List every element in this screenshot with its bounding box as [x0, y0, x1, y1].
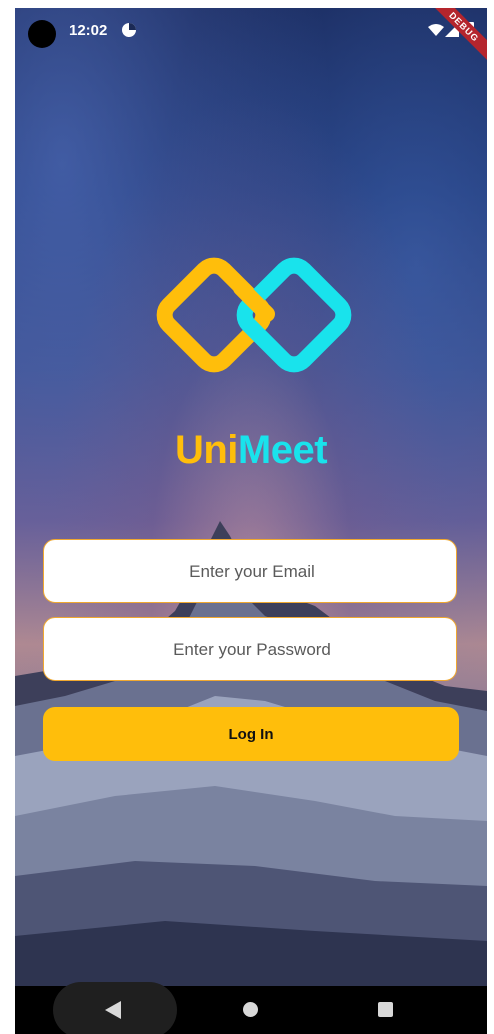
- app-title: UniMeet: [15, 428, 487, 473]
- password-input[interactable]: [44, 618, 460, 682]
- recents-icon[interactable]: [378, 1002, 393, 1017]
- home-icon[interactable]: [243, 1002, 258, 1017]
- system-nav-bar: [15, 982, 487, 1034]
- app-title-meet: Meet: [237, 428, 328, 472]
- camera-cutout: [28, 20, 56, 48]
- back-icon[interactable]: [105, 1001, 121, 1019]
- app-notification-icon: [122, 23, 136, 37]
- wifi-icon: [428, 24, 444, 36]
- unimeet-logo: [156, 257, 352, 373]
- password-field-container: [43, 617, 460, 682]
- login-button[interactable]: Log In: [43, 707, 459, 761]
- status-bar: 12:02 DEBUG: [15, 8, 487, 64]
- phone-screen: 12:02 DEBUG UniMeet Log In: [15, 8, 487, 1034]
- app-title-uni: Uni: [174, 428, 238, 472]
- email-input[interactable]: [44, 540, 460, 604]
- email-field-container: [43, 539, 460, 604]
- status-time: 12:02: [69, 22, 108, 39]
